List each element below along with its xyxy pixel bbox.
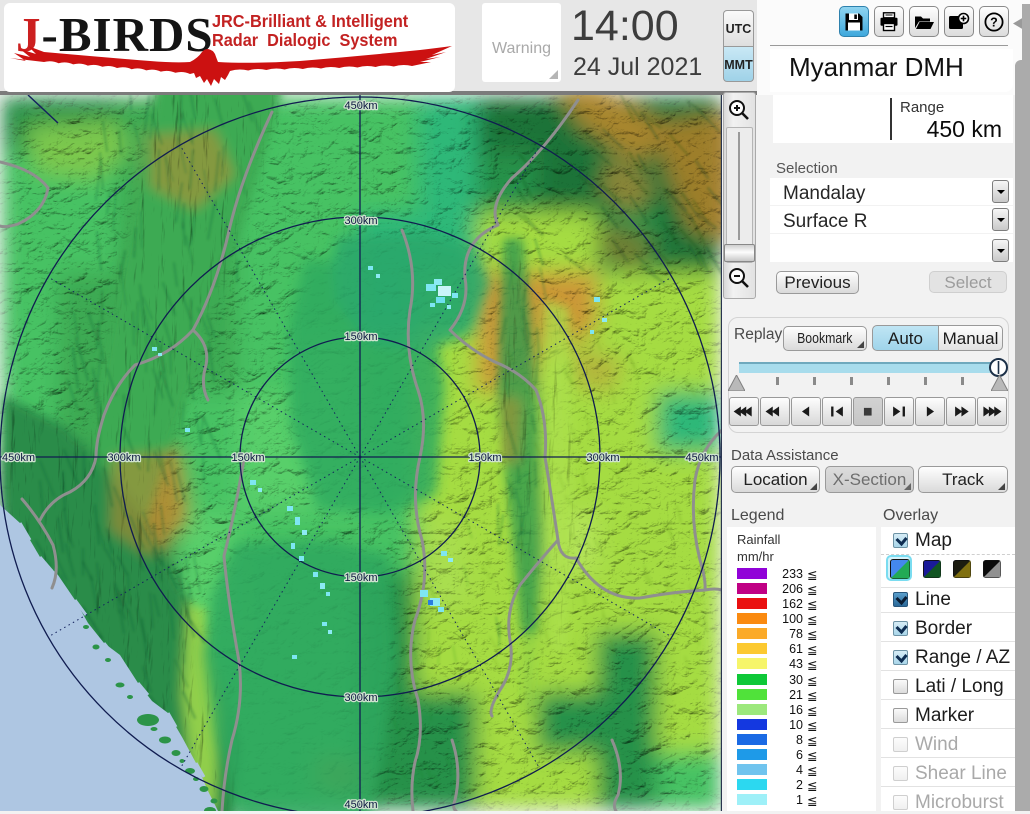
svg-text:450km: 450km — [685, 452, 718, 464]
svg-text:150km: 150km — [468, 452, 501, 464]
svg-text:150km: 150km — [344, 331, 377, 343]
svg-text:300km: 300km — [344, 692, 377, 704]
svg-text:450km: 450km — [344, 100, 377, 112]
svg-text:450km: 450km — [2, 452, 35, 464]
svg-text:300km: 300km — [344, 215, 377, 227]
svg-text:150km: 150km — [344, 572, 377, 584]
svg-text:?: ? — [990, 15, 998, 29]
svg-text:300km: 300km — [107, 452, 140, 464]
svg-text:300km: 300km — [586, 452, 619, 464]
svg-text:150km: 150km — [231, 452, 264, 464]
svg-text:450km: 450km — [344, 799, 377, 811]
